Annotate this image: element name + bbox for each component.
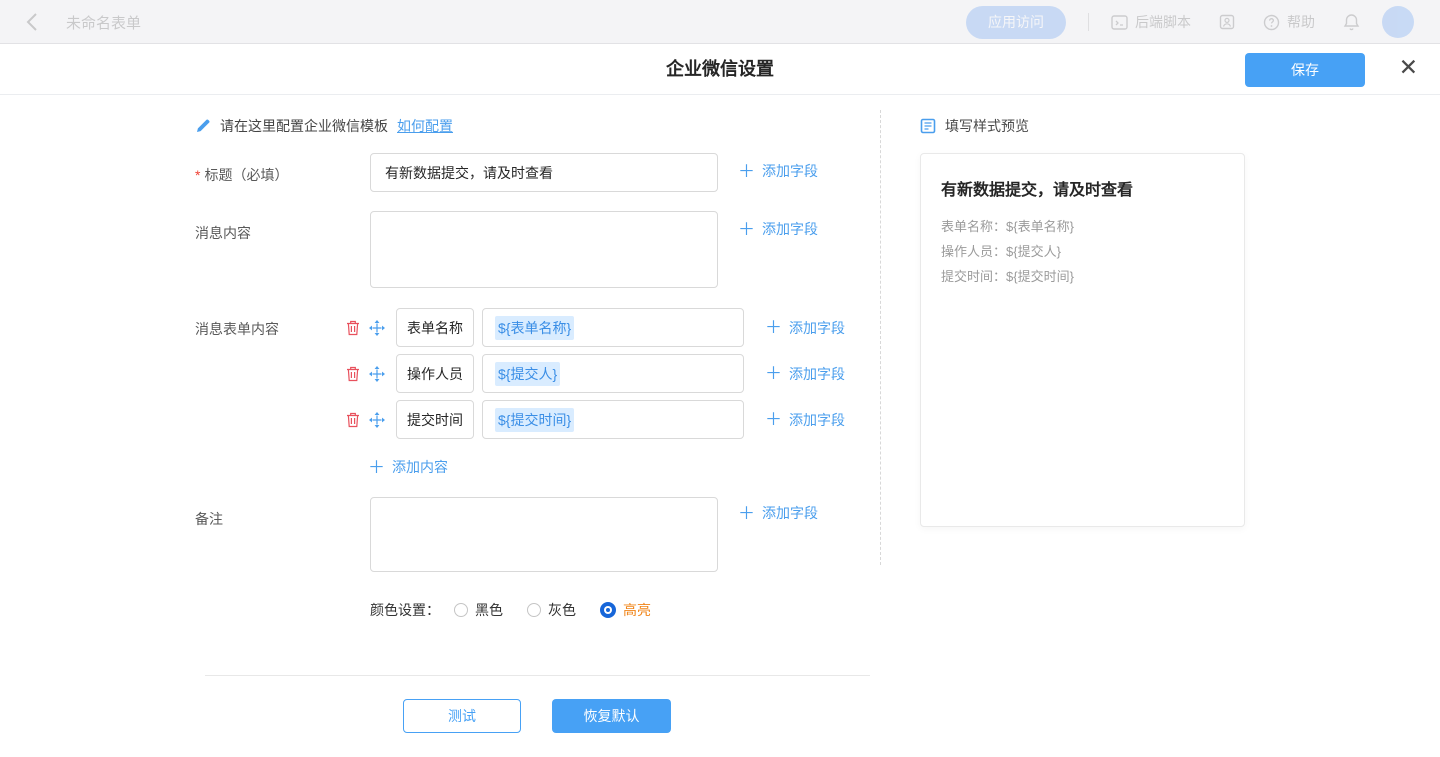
row-value-input[interactable]: ${提交时间}	[482, 400, 744, 439]
plus-icon: ＋	[738, 505, 755, 522]
topbar-divider	[1088, 13, 1089, 31]
row-key-input[interactable]	[396, 400, 474, 439]
backend-script-item[interactable]: 后端脚本	[1111, 12, 1191, 32]
plus-icon: ＋	[738, 221, 755, 238]
move-icon[interactable]	[369, 412, 385, 428]
app-access-button[interactable]: 应用访问	[966, 6, 1066, 39]
required-mark: *	[195, 167, 200, 183]
restore-default-button[interactable]: 恢复默认	[552, 699, 671, 733]
preview-header: 填写样式预览	[920, 116, 1029, 136]
add-field-link-row2[interactable]: ＋ 添加字段	[765, 364, 845, 384]
remark-label: 备注	[195, 509, 223, 529]
form-content-row: ${提交人} ＋ 添加字段	[346, 354, 845, 393]
preview-line: 表单名称：${表单名称}	[941, 214, 1224, 239]
radio-icon	[527, 603, 541, 617]
preview-card: 有新数据提交，请及时查看 表单名称：${表单名称} 操作人员：${提交人} 提交…	[920, 153, 1245, 527]
radio-selected-icon	[600, 602, 616, 618]
back-icon[interactable]	[26, 13, 38, 31]
add-field-link-row1[interactable]: ＋ 添加字段	[765, 318, 845, 338]
modal-title: 企业微信设置	[0, 44, 1440, 95]
plus-icon: ＋	[765, 411, 782, 428]
bottom-divider	[205, 675, 870, 676]
radio-black[interactable]: 黑色	[454, 600, 503, 620]
color-setting-row: 颜色设置： 黑色 灰色 高亮	[370, 600, 651, 620]
row-key-input[interactable]	[396, 354, 474, 393]
wechat-settings-modal: 企业微信设置 保存 ✕ 请在这里配置企业微信模板 如何配置 *标题（必填） ＋ …	[0, 44, 1440, 757]
help-item[interactable]: 帮助	[1263, 12, 1315, 32]
backend-script-label: 后端脚本	[1135, 12, 1191, 32]
add-field-link-row3[interactable]: ＋ 添加字段	[765, 410, 845, 430]
plus-icon: ＋	[765, 319, 782, 336]
help-icon	[1263, 14, 1280, 31]
document-icon	[920, 118, 936, 134]
trash-icon[interactable]	[346, 412, 360, 428]
preview-line: 操作人员：${提交人}	[941, 239, 1224, 264]
variable-token: ${提交时间}	[495, 408, 574, 432]
message-content-label: 消息内容	[195, 223, 251, 243]
pencil-icon	[195, 118, 211, 134]
title-input[interactable]	[370, 153, 718, 192]
plus-icon: ＋	[765, 365, 782, 382]
row-value-input[interactable]: ${提交人}	[482, 354, 744, 393]
radio-icon	[454, 603, 468, 617]
row-value-input[interactable]: ${表单名称}	[482, 308, 744, 347]
message-content-textarea[interactable]	[370, 211, 718, 288]
config-hint-row: 请在这里配置企业微信模板 如何配置	[195, 116, 453, 136]
modal-body: 请在这里配置企业微信模板 如何配置 *标题（必填） ＋ 添加字段 消息内容 ＋ …	[0, 95, 1440, 757]
title-field-label: *标题（必填）	[195, 165, 288, 185]
row-key-input[interactable]	[396, 308, 474, 347]
remark-textarea[interactable]	[370, 497, 718, 572]
add-field-link-message[interactable]: ＋ 添加字段	[738, 219, 818, 239]
variable-token: ${提交人}	[495, 362, 560, 386]
plus-icon: ＋	[738, 163, 755, 180]
close-icon[interactable]: ✕	[1399, 56, 1418, 79]
how-to-configure-link[interactable]: 如何配置	[397, 116, 453, 136]
id-card-item[interactable]	[1219, 14, 1235, 30]
vertical-dashed-divider	[880, 110, 881, 565]
variable-token: ${表单名称}	[495, 316, 574, 340]
id-card-icon	[1219, 14, 1235, 30]
add-field-link-remark[interactable]: ＋ 添加字段	[738, 503, 818, 523]
color-setting-label: 颜色设置：	[370, 600, 440, 620]
help-label: 帮助	[1287, 12, 1315, 32]
topbar: 未命名表单 应用访问 后端脚本 帮助	[0, 0, 1440, 44]
script-icon	[1111, 15, 1128, 30]
bell-icon[interactable]	[1343, 13, 1360, 31]
form-content-row: ${提交时间} ＋ 添加字段	[346, 400, 845, 439]
test-button[interactable]: 测试	[403, 699, 521, 733]
preview-header-label: 填写样式预览	[945, 116, 1029, 136]
user-avatar[interactable]	[1382, 6, 1414, 38]
save-button[interactable]: 保存	[1245, 53, 1365, 87]
hint-text: 请在这里配置企业微信模板	[220, 116, 388, 136]
preview-line: 提交时间：${提交时间}	[941, 264, 1224, 289]
move-icon[interactable]	[369, 366, 385, 382]
modal-header: 企业微信设置 保存 ✕	[0, 44, 1440, 95]
trash-icon[interactable]	[346, 320, 360, 336]
add-content-link[interactable]: ＋ 添加内容	[368, 457, 448, 477]
add-field-link-title[interactable]: ＋ 添加字段	[738, 161, 818, 181]
plus-icon: ＋	[368, 459, 385, 476]
radio-highlight[interactable]: 高亮	[600, 600, 651, 620]
preview-title: 有新数据提交，请及时查看	[941, 176, 1224, 200]
trash-icon[interactable]	[346, 366, 360, 382]
form-content-label: 消息表单内容	[195, 319, 279, 339]
form-content-row: ${表单名称} ＋ 添加字段	[346, 308, 845, 347]
radio-gray[interactable]: 灰色	[527, 600, 576, 620]
move-icon[interactable]	[369, 320, 385, 336]
form-title: 未命名表单	[66, 12, 141, 33]
